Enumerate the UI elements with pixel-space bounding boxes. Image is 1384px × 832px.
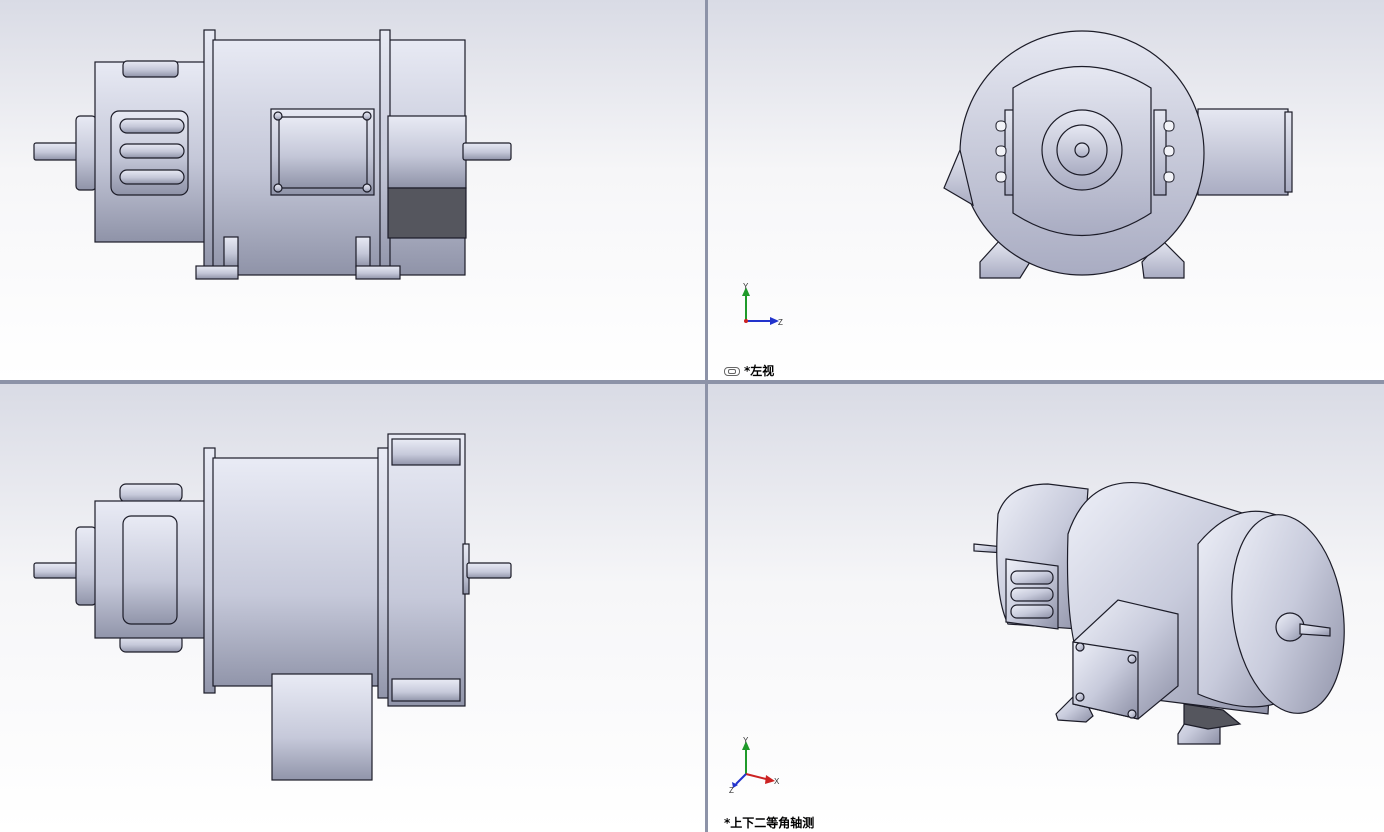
triad-y-label: Y xyxy=(743,282,749,291)
viewport-left[interactable]: Y Z *左视 xyxy=(708,0,1384,380)
viewport-top[interactable] xyxy=(0,384,705,832)
motor-isometric-view: Y X Z xyxy=(729,482,1345,795)
motor-left-view: Y Z xyxy=(742,30,1293,327)
view-label-left-text: *左视 xyxy=(744,364,775,378)
triad-z-label-iso: Z xyxy=(729,786,734,795)
view-label-left: *左视 xyxy=(724,362,774,379)
triad-x-label-iso: X xyxy=(774,777,780,786)
axis-triad-iso: Y X Z xyxy=(729,736,780,795)
viewport-isometric[interactable]: Y X Z *上下二等角轴测 xyxy=(708,384,1384,832)
viewport-front[interactable] xyxy=(0,0,705,380)
link-view-icon[interactable] xyxy=(724,367,740,376)
motor-top-view xyxy=(33,433,512,781)
motor-front-view xyxy=(33,29,512,280)
triad-y-label-iso: Y xyxy=(743,736,749,745)
view-label-isometric: *上下二等角轴测 xyxy=(724,816,815,830)
triad-z-label: Z xyxy=(778,318,783,327)
axis-triad: Y Z xyxy=(742,282,783,327)
